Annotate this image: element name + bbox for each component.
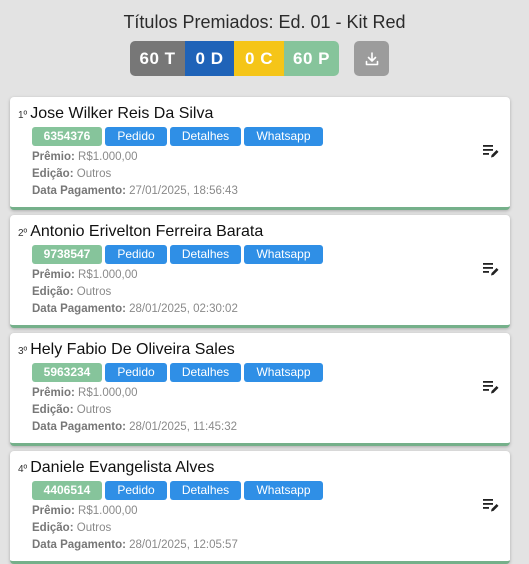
winner-rank: 3º <box>18 346 28 357</box>
premio-row: Prêmio: R$1.000,00 <box>32 151 138 163</box>
data-pagamento-value: 28/01/2025, 11:45:32 <box>129 421 237 433</box>
detalhes-button[interactable]: Detalhes <box>170 363 241 382</box>
premio-label: Prêmio: <box>32 151 75 163</box>
data-pagamento-row: Data Pagamento: 27/01/2025, 18:56:43 <box>32 185 238 197</box>
premio-row: Prêmio: R$1.000,00 <box>32 387 138 399</box>
winner-rank: 2º <box>18 228 28 239</box>
data-pagamento-row: Data Pagamento: 28/01/2025, 12:05:57 <box>32 539 238 551</box>
edicao-label: Edição: <box>32 168 74 180</box>
detalhes-button[interactable]: Detalhes <box>170 127 241 146</box>
edit-note-icon[interactable] <box>482 496 500 514</box>
winner-name: Antonio Erivelton Ferreira Barata <box>30 223 264 240</box>
whatsapp-button[interactable]: Whatsapp <box>244 245 323 264</box>
winner-card: 3º Hely Fabio De Oliveira Sales 5963234 … <box>10 333 510 446</box>
data-pagamento-label: Data Pagamento: <box>32 185 126 197</box>
winner-header: 3º Hely Fabio De Oliveira Sales <box>18 341 235 359</box>
winner-rank: 4º <box>18 464 28 475</box>
edicao-label: Edição: <box>32 522 74 534</box>
winner-name: Jose Wilker Reis Da Silva <box>30 105 214 122</box>
pedido-button[interactable]: Pedido <box>105 481 167 500</box>
edicao-label: Edição: <box>32 404 74 416</box>
premio-value: R$1.000,00 <box>78 505 138 517</box>
stat-c[interactable]: 0 C <box>234 41 284 76</box>
edit-note-icon[interactable] <box>482 142 500 160</box>
winner-card: 2º Antonio Erivelton Ferreira Barata 973… <box>10 215 510 328</box>
premio-row: Prêmio: R$1.000,00 <box>32 269 138 281</box>
stats-bar: 60 T 0 D 0 C 60 P <box>130 41 339 76</box>
edicao-row: Edição: Outros <box>32 286 111 298</box>
pedido-button[interactable]: Pedido <box>105 245 167 264</box>
data-pagamento-label: Data Pagamento: <box>32 303 126 315</box>
premio-value: R$1.000,00 <box>78 387 138 399</box>
edicao-row: Edição: Outros <box>32 522 111 534</box>
winner-actions: 4406514 Pedido Detalhes Whatsapp <box>32 481 323 500</box>
data-pagamento-row: Data Pagamento: 28/01/2025, 02:30:02 <box>32 303 238 315</box>
winner-card: 4º Daniele Evangelista Alves 4406514 Ped… <box>10 451 510 564</box>
winner-header: 4º Daniele Evangelista Alves <box>18 459 214 477</box>
premio-value: R$1.000,00 <box>78 151 138 163</box>
winner-actions: 9738547 Pedido Detalhes Whatsapp <box>32 245 323 264</box>
data-pagamento-value: 27/01/2025, 18:56:43 <box>129 185 238 197</box>
data-pagamento-row: Data Pagamento: 28/01/2025, 11:45:32 <box>32 421 237 433</box>
winner-name: Hely Fabio De Oliveira Sales <box>30 341 235 358</box>
premio-label: Prêmio: <box>32 505 75 517</box>
edit-note-icon[interactable] <box>482 260 500 278</box>
premio-label: Prêmio: <box>32 387 75 399</box>
download-button[interactable] <box>354 41 389 76</box>
detalhes-button[interactable]: Detalhes <box>170 481 241 500</box>
stat-p[interactable]: 60 P <box>284 41 339 76</box>
edicao-row: Edição: Outros <box>32 404 111 416</box>
data-pagamento-label: Data Pagamento: <box>32 421 126 433</box>
pedido-button[interactable]: Pedido <box>105 127 167 146</box>
premio-value: R$1.000,00 <box>78 269 138 281</box>
winner-header: 1º Jose Wilker Reis Da Silva <box>18 105 213 123</box>
winner-name: Daniele Evangelista Alves <box>30 459 215 476</box>
edicao-label: Edição: <box>32 286 74 298</box>
winner-card: 1º Jose Wilker Reis Da Silva 6354376 Ped… <box>10 97 510 210</box>
edicao-value: Outros <box>76 522 112 534</box>
premio-row: Prêmio: R$1.000,00 <box>32 505 138 517</box>
winner-actions: 5963234 Pedido Detalhes Whatsapp <box>32 363 323 382</box>
data-pagamento-value: 28/01/2025, 12:05:57 <box>129 539 238 551</box>
ticket-number-badge[interactable]: 5963234 <box>32 363 102 382</box>
winner-header: 2º Antonio Erivelton Ferreira Barata <box>18 223 263 241</box>
whatsapp-button[interactable]: Whatsapp <box>244 363 323 382</box>
download-icon <box>365 51 378 65</box>
page-title: Títulos Premiados: Ed. 01 - Kit Red <box>123 12 406 32</box>
ticket-number-badge[interactable]: 4406514 <box>32 481 102 500</box>
edicao-value: Outros <box>76 286 112 298</box>
premio-label: Prêmio: <box>32 269 75 281</box>
detalhes-button[interactable]: Detalhes <box>170 245 241 264</box>
winner-actions: 6354376 Pedido Detalhes Whatsapp <box>32 127 323 146</box>
stat-d[interactable]: 0 D <box>185 41 234 76</box>
stat-total[interactable]: 60 T <box>130 41 185 76</box>
whatsapp-button[interactable]: Whatsapp <box>244 481 323 500</box>
edit-note-icon[interactable] <box>482 378 500 396</box>
pedido-button[interactable]: Pedido <box>105 363 167 382</box>
ticket-number-badge[interactable]: 9738547 <box>32 245 102 264</box>
edicao-value: Outros <box>76 168 112 180</box>
data-pagamento-label: Data Pagamento: <box>32 539 126 551</box>
data-pagamento-value: 28/01/2025, 02:30:02 <box>129 303 238 315</box>
ticket-number-badge[interactable]: 6354376 <box>32 127 102 146</box>
edicao-row: Edição: Outros <box>32 168 111 180</box>
winner-rank: 1º <box>18 110 28 121</box>
edicao-value: Outros <box>76 404 112 416</box>
whatsapp-button[interactable]: Whatsapp <box>244 127 323 146</box>
